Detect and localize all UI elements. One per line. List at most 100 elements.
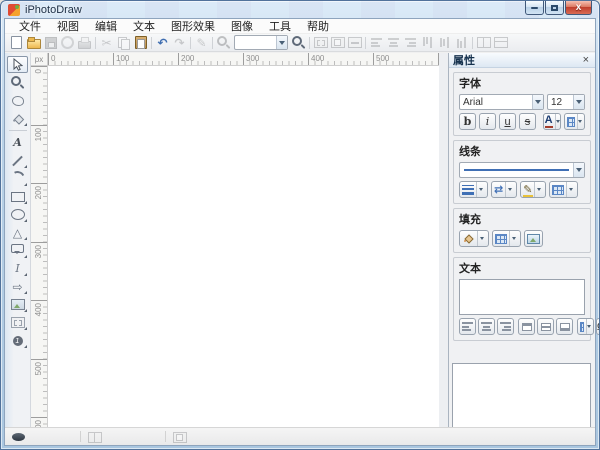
underline-button[interactable]: u: [499, 113, 516, 130]
align-right-icon: [500, 319, 511, 334]
tool-rectangle-button[interactable]: [7, 188, 28, 205]
panel-close-icon[interactable]: ×: [581, 55, 591, 66]
font-size-combo[interactable]: 12: [547, 94, 585, 110]
status-separator: [80, 431, 81, 442]
text-align-left-button[interactable]: [459, 318, 476, 335]
chevron-down-icon[interactable]: [534, 182, 543, 197]
zoom-search-button: [215, 35, 232, 51]
tool-text-button[interactable]: [7, 134, 28, 151]
tool-zoom-button[interactable]: [7, 74, 28, 91]
distribute-h-button: [475, 35, 492, 51]
line-style-combo[interactable]: [459, 162, 585, 178]
textA-icon: [10, 135, 25, 150]
num-icon: [10, 333, 25, 348]
chevron-down-icon[interactable]: [566, 182, 575, 197]
maximize-icon: [551, 5, 558, 11]
font-effects-button[interactable]: [564, 113, 585, 130]
menu-item-编辑[interactable]: 编辑: [87, 18, 125, 34]
chevron-down-icon[interactable]: [586, 319, 591, 334]
arrow-ends-button[interactable]: ⇄: [491, 181, 517, 198]
h-ruler-label: 100: [113, 53, 129, 65]
chevron-down-icon[interactable]: [573, 163, 584, 177]
toolbar-separator: [309, 37, 310, 49]
fit-page-button: [329, 35, 346, 51]
close-button[interactable]: x: [565, 1, 592, 15]
text-valign-middle-button[interactable]: [537, 318, 554, 335]
tool-stamp-button[interactable]: [7, 314, 28, 331]
zoom-button[interactable]: [290, 35, 307, 51]
tool-line-button[interactable]: [7, 152, 28, 169]
fill-color-button[interactable]: [459, 230, 489, 247]
maximize-button[interactable]: [545, 1, 564, 15]
tool-fill-bucket-button[interactable]: [7, 110, 28, 127]
title-bar[interactable]: iPhotoDraw x: [1, 1, 599, 18]
chevron-down-icon[interactable]: [276, 36, 287, 49]
callout-icon: [10, 243, 25, 258]
alB-icon: [454, 35, 469, 50]
line-width-button[interactable]: [459, 181, 488, 198]
chevron-down-icon[interactable]: [555, 114, 560, 129]
menu-item-文本[interactable]: 文本: [125, 18, 163, 34]
print-icon: [77, 35, 92, 50]
chevron-down-icon[interactable]: [476, 182, 485, 197]
fill-effects-button[interactable]: [492, 230, 521, 247]
menu-item-文件[interactable]: 文件: [11, 18, 49, 34]
font-color-button[interactable]: A: [543, 113, 561, 130]
menu-item-图像[interactable]: 图像: [223, 18, 261, 34]
tool-select-button[interactable]: [7, 56, 28, 73]
tool-dimension-button[interactable]: [7, 260, 28, 277]
properties-panel: 属性 × 字体 Arial 12: [448, 53, 595, 427]
menu-item-帮助[interactable]: 帮助: [299, 18, 337, 34]
tool-curve-button[interactable]: [7, 170, 28, 187]
tool-image-button[interactable]: [7, 296, 28, 313]
v-ruler-label: 300: [31, 242, 47, 264]
new-button[interactable]: [8, 35, 25, 51]
fill-picture-button[interactable]: [524, 230, 543, 247]
cut-icon: [99, 35, 114, 50]
tool-number-badge-button[interactable]: [7, 332, 28, 349]
tool-arrow-shape-button[interactable]: [7, 278, 28, 295]
h-ruler-label: 400: [308, 53, 324, 65]
open-button[interactable]: [25, 35, 42, 51]
tool-lasso-button[interactable]: [7, 92, 28, 109]
status-eye-icon[interactable]: [12, 433, 25, 441]
tool-ellipse-button[interactable]: [7, 206, 28, 223]
strikethrough-button[interactable]: s: [519, 113, 536, 130]
chevron-down-icon[interactable]: [477, 231, 486, 246]
font-family-combo[interactable]: Arial: [459, 94, 544, 110]
text-input[interactable]: [459, 279, 585, 315]
text-valign-top-button[interactable]: [518, 318, 535, 335]
menu-item-视图[interactable]: 视图: [49, 18, 87, 34]
chevron-down-icon[interactable]: [505, 182, 514, 197]
valign-bottom-icon: [560, 323, 570, 331]
undo-button[interactable]: [154, 35, 171, 51]
panel-splitter[interactable]: [439, 53, 448, 427]
zoom-level-combo[interactable]: [234, 35, 288, 50]
paste-button[interactable]: [132, 35, 149, 51]
italic-button[interactable]: i: [479, 113, 496, 130]
curve-icon: [10, 171, 25, 186]
tool-callout-button[interactable]: [7, 242, 28, 259]
toolbar-separator: [95, 37, 96, 49]
bold-button[interactable]: b: [459, 113, 476, 130]
chevron-down-icon[interactable]: [577, 114, 582, 129]
minimize-button[interactable]: [525, 1, 544, 15]
line-color-button[interactable]: ✎: [520, 181, 546, 198]
lens-icon: [10, 75, 25, 90]
tool-triangle-button[interactable]: [7, 224, 28, 241]
special-char-button[interactable]: Ω: [596, 318, 600, 335]
status-separator: [165, 431, 166, 442]
line-effects-button[interactable]: [549, 181, 578, 198]
status-position-icon: [87, 430, 102, 445]
document-canvas[interactable]: [48, 66, 439, 430]
chevron-down-icon[interactable]: [509, 231, 518, 246]
text-valign-bottom-button[interactable]: [556, 318, 573, 335]
menu-item-工具[interactable]: 工具: [261, 18, 299, 34]
text-align-center-button[interactable]: [478, 318, 495, 335]
img2-icon: [10, 315, 25, 330]
chevron-down-icon[interactable]: [532, 95, 543, 109]
text-align-right-button[interactable]: [497, 318, 514, 335]
text-effects-button[interactable]: [577, 318, 594, 335]
chevron-down-icon[interactable]: [573, 95, 584, 109]
menu-item-图形效果[interactable]: 图形效果: [163, 18, 223, 34]
